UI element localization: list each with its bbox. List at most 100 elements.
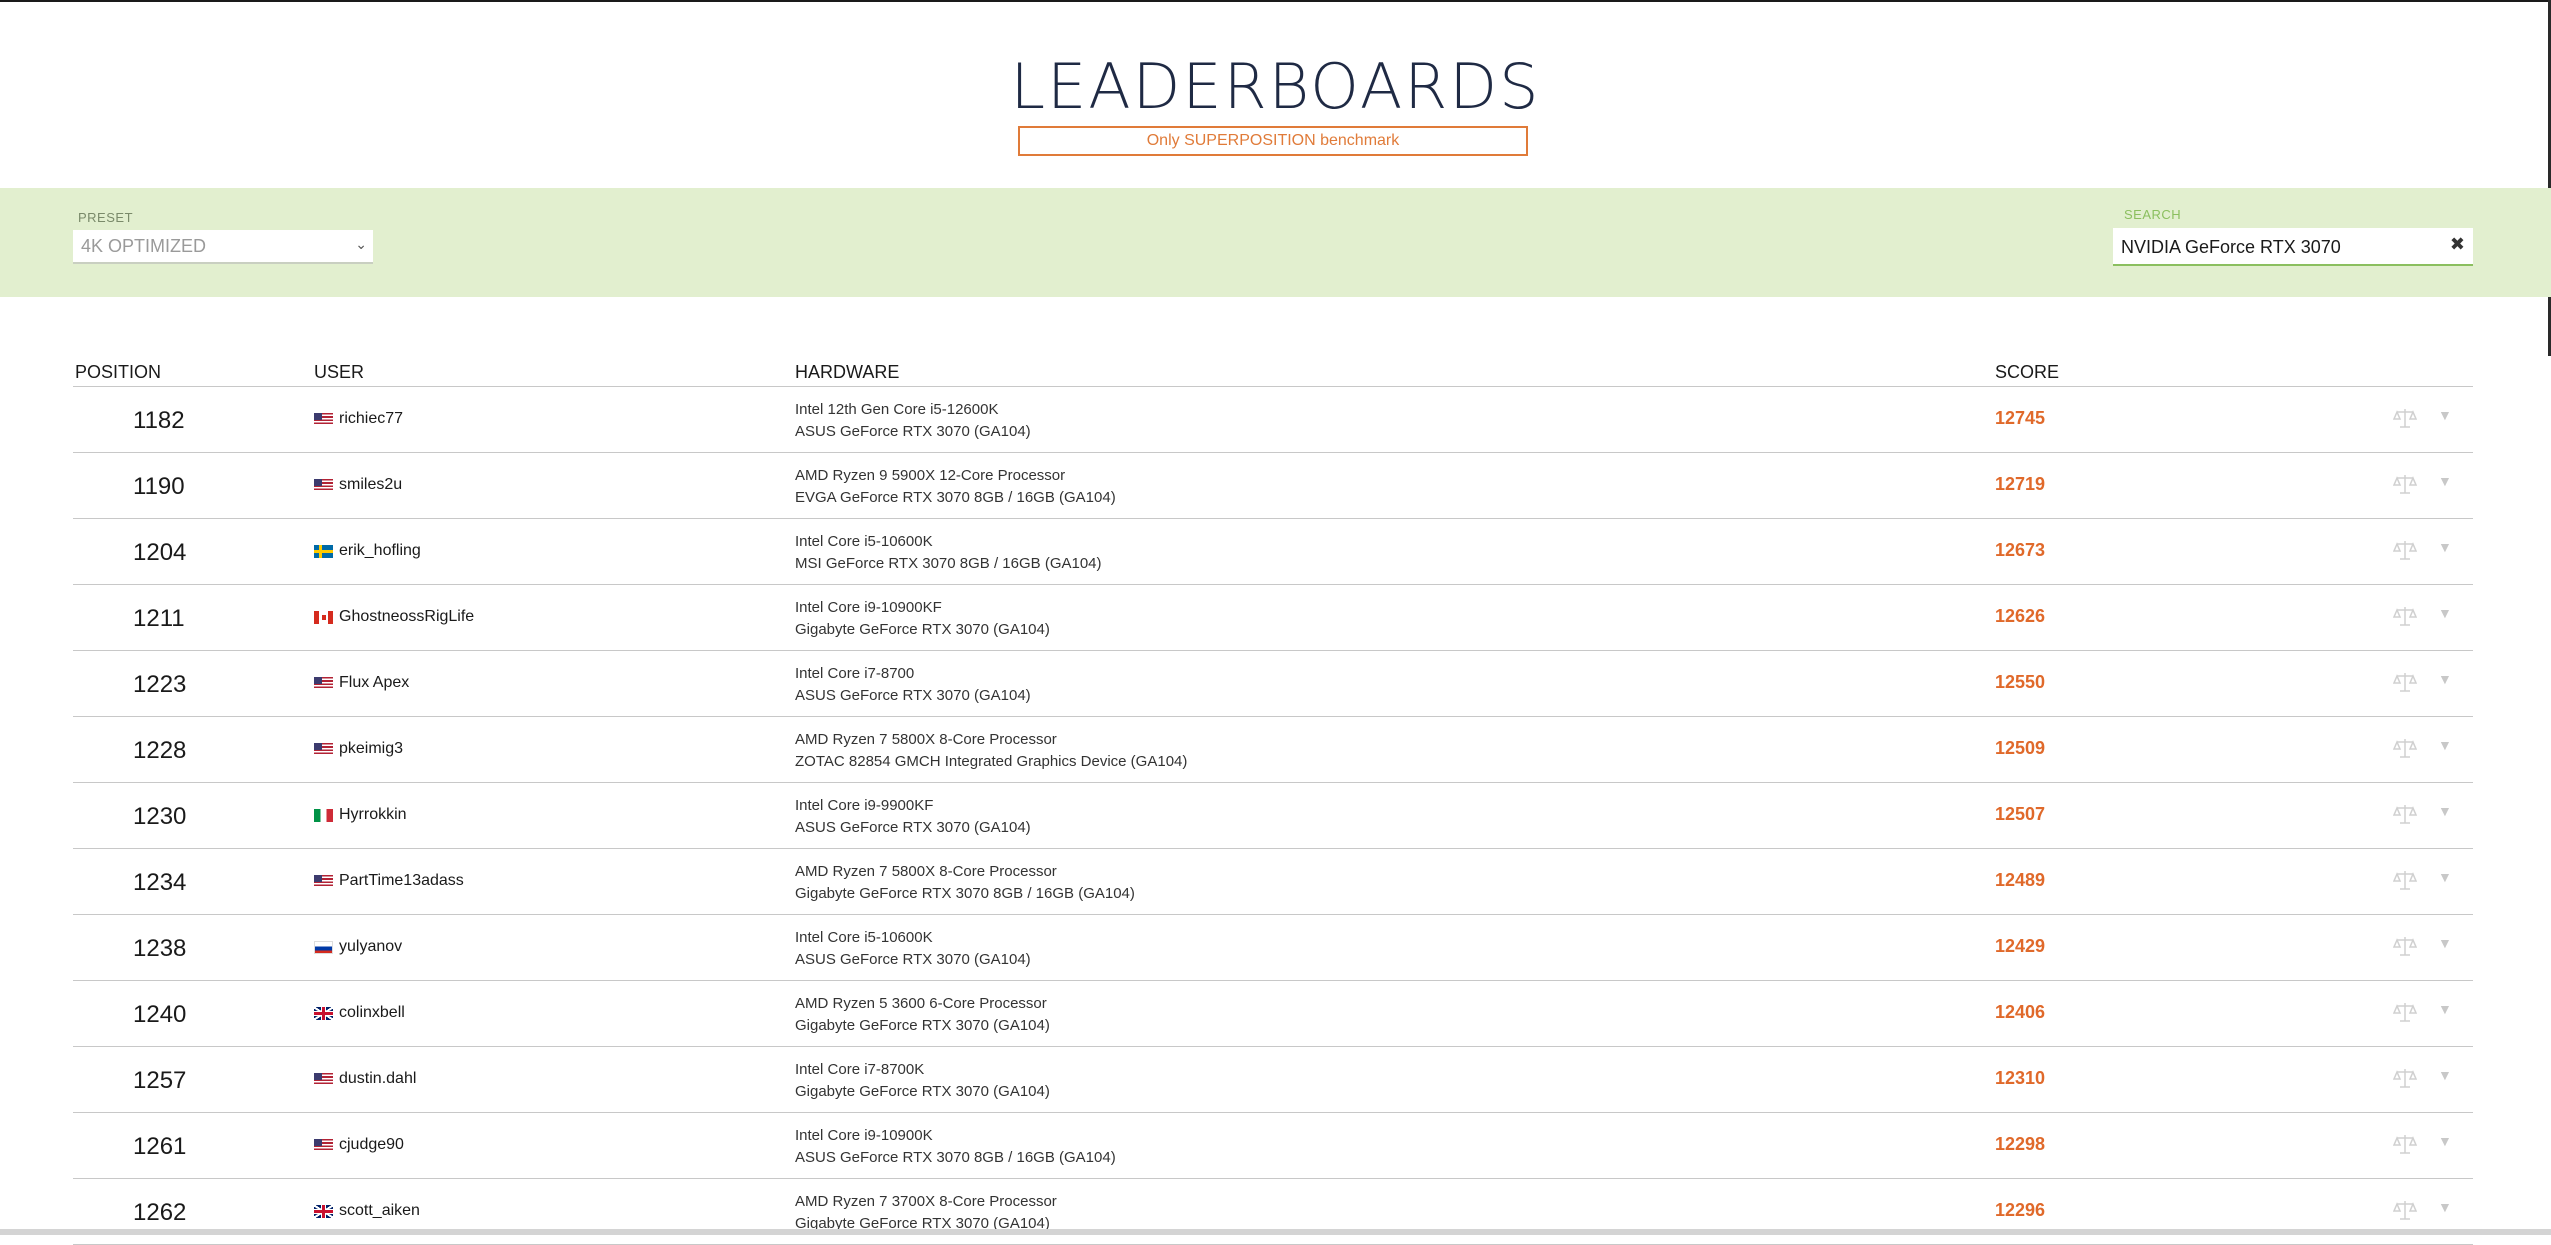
chevron-down-icon[interactable]: ▼	[2438, 1199, 2452, 1215]
row-score: 12509	[1995, 738, 2046, 758]
row-hardware: AMD Ryzen 7 5800X 8-Core Processor Gigaby…	[795, 861, 1135, 905]
scale-icon[interactable]	[2392, 737, 2418, 759]
row-hardware: AMD Ryzen 9 5900X 12-Core Processor EVGA …	[795, 465, 1116, 509]
scale-icon[interactable]	[2392, 1001, 2418, 1023]
scale-icon[interactable]	[2392, 1199, 2418, 1221]
row-position: 1223	[133, 671, 187, 698]
table-header: POSITION USER HARDWARE SCORE	[73, 360, 2473, 387]
scale-icon[interactable]	[2392, 473, 2418, 495]
user-link[interactable]: pkeimig3	[339, 740, 403, 758]
preset-select[interactable]: 4K OPTIMIZED ⌄	[73, 230, 373, 264]
row-score: 12406	[1995, 1002, 2046, 1022]
chevron-down-icon[interactable]: ▼	[2438, 473, 2452, 489]
scale-icon[interactable]	[2392, 935, 2418, 957]
user-link[interactable]: richiec77	[339, 410, 403, 428]
chevron-down-icon[interactable]: ▼	[2438, 935, 2452, 951]
horizontal-scrollbar[interactable]	[0, 1229, 2551, 1235]
user-link[interactable]: colinxbell	[339, 1004, 405, 1022]
column-header-user: USER	[314, 362, 365, 382]
row-position: 1182	[133, 407, 185, 434]
user-link[interactable]: cjudge90	[339, 1136, 404, 1154]
search-label: SEARCH	[2124, 207, 2182, 222]
preset-selected-value: 4K OPTIMIZED	[81, 235, 207, 256]
hardware-gpu: ASUS GeForce RTX 3070 (GA104)	[795, 687, 1031, 704]
user-link[interactable]: GhostneossRigLife	[339, 608, 474, 626]
search-input[interactable]	[2119, 232, 2443, 262]
user-link[interactable]: PartTime13adass	[339, 872, 464, 890]
scale-icon[interactable]	[2392, 803, 2418, 825]
close-icon[interactable]: ✖	[2450, 234, 2465, 255]
user-link[interactable]: smiles2u	[339, 476, 402, 494]
hardware-cpu: Intel Core i9-10900KF	[795, 599, 942, 616]
chevron-down-icon[interactable]: ▼	[2438, 869, 2452, 885]
scale-icon[interactable]	[2392, 1133, 2418, 1155]
hardware-gpu: ASUS GeForce RTX 3070 (GA104)	[795, 819, 1031, 836]
column-header-position: POSITION	[75, 362, 162, 382]
user-link[interactable]: Hyrrokkin	[339, 806, 407, 824]
chevron-down-icon[interactable]: ▼	[2438, 737, 2452, 753]
table-row[interactable]: 1182 richiec77 Intel 12th Gen Core i5-1260…	[73, 387, 2473, 453]
row-score: 12626	[1995, 606, 2046, 626]
table-row[interactable]: 1262 scott_aiken AMD Ryzen 7 3700X 8-Core …	[73, 1179, 2473, 1245]
chevron-down-icon[interactable]: ▼	[2438, 605, 2452, 621]
table-row[interactable]: 1234 PartTime13adass AMD Ryzen 7 5800X 8-C…	[73, 849, 2473, 915]
user-link[interactable]: erik_hofling	[339, 542, 421, 560]
hardware-cpu: AMD Ryzen 7 5800X 8-Core Processor	[795, 863, 1057, 880]
flag-icon	[314, 478, 333, 492]
chevron-down-icon[interactable]: ▼	[2438, 803, 2452, 819]
scale-icon[interactable]	[2392, 605, 2418, 627]
row-user: cjudge90	[314, 1136, 404, 1154]
row-position: 1211	[133, 605, 185, 632]
flag-icon	[314, 742, 333, 756]
table-row[interactable]: 1190 smiles2u AMD Ryzen 9 5900X 12-Core Pr…	[73, 453, 2473, 519]
row-hardware: Intel Core i9-10900K ASUS GeForce RTX 307…	[795, 1125, 1116, 1169]
row-user: pkeimig3	[314, 740, 403, 758]
chevron-down-icon[interactable]: ▼	[2438, 407, 2452, 423]
table-row[interactable]: 1230 Hyrrokkin Intel Core i9-9900KF ASUS Ge…	[73, 783, 2473, 849]
hardware-cpu: Intel Core i7-8700	[795, 665, 915, 682]
table-row[interactable]: 1261 cjudge90 Intel Core i9-10900K ASUS GeF…	[73, 1113, 2473, 1179]
chevron-down-icon[interactable]: ▼	[2438, 539, 2452, 555]
scale-icon[interactable]	[2392, 671, 2418, 693]
user-link[interactable]: yulyanov	[339, 938, 402, 956]
scale-icon[interactable]	[2392, 1067, 2418, 1089]
row-score: 12489	[1995, 870, 2046, 890]
chevron-down-icon[interactable]: ▼	[2438, 1067, 2452, 1083]
chevron-down-icon: ⌄	[355, 236, 367, 252]
hardware-cpu: AMD Ryzen 7 5800X 8-Core Processor	[795, 731, 1057, 748]
user-link[interactable]: scott_aiken	[339, 1202, 420, 1220]
row-hardware: AMD Ryzen 7 5800X 8-Core Processor ZOTAC …	[795, 729, 1187, 773]
table-row[interactable]: 1223 Flux Apex Intel Core i7-8700 ASUS GeFo…	[73, 651, 2473, 717]
row-user: dustin.dahl	[314, 1070, 416, 1088]
table-row[interactable]: 1257 dustin.dahl Intel Core i7-8700K Gigaby…	[73, 1047, 2473, 1113]
table-row[interactable]: 1211 GhostneossRigLife Intel Core i9-10900…	[73, 585, 2473, 651]
table-row[interactable]: 1240 colinxbell AMD Ryzen 5 3600 6-Core Pr…	[73, 981, 2473, 1047]
scale-icon[interactable]	[2392, 539, 2418, 561]
chevron-down-icon[interactable]: ▼	[2438, 1133, 2452, 1149]
row-position: 1262	[133, 1199, 187, 1226]
table-body: 1182 richiec77 Intel 12th Gen Core i5-1260…	[73, 387, 2473, 1245]
table-row[interactable]: 1204 erik_hofling Intel Core i5-10600K MSI …	[73, 519, 2473, 585]
benchmark-filter-badge[interactable]: Only SUPERPOSITION benchmark	[1018, 126, 1528, 156]
hardware-cpu: AMD Ryzen 9 5900X 12-Core Processor	[795, 467, 1066, 484]
scale-icon[interactable]	[2392, 869, 2418, 891]
hardware-cpu: Intel Core i5-10600K	[795, 929, 933, 946]
user-link[interactable]: dustin.dahl	[339, 1070, 416, 1088]
hardware-gpu: MSI GeForce RTX 3070 8GB / 16GB (GA104)	[795, 555, 1102, 572]
flag-icon	[314, 610, 333, 624]
chevron-down-icon[interactable]: ▼	[2438, 1001, 2452, 1017]
row-score: 12550	[1995, 672, 2046, 692]
hardware-cpu: Intel 12th Gen Core i5-12600K	[795, 401, 999, 418]
row-score: 12507	[1995, 804, 2046, 824]
row-score: 12673	[1995, 540, 2046, 560]
user-link[interactable]: Flux Apex	[339, 674, 409, 692]
row-score: 12719	[1995, 474, 2046, 494]
chevron-down-icon[interactable]: ▼	[2438, 671, 2452, 687]
table-row[interactable]: 1238 yulyanov Intel Core i5-10600K ASUS GeF…	[73, 915, 2473, 981]
row-position: 1238	[133, 935, 187, 962]
row-position: 1257	[133, 1067, 187, 1094]
hardware-gpu: EVGA GeForce RTX 3070 8GB / 16GB (GA104)	[795, 489, 1116, 506]
hardware-cpu: Intel Core i7-8700K	[795, 1061, 925, 1078]
table-row[interactable]: 1228 pkeimig3 AMD Ryzen 7 5800X 8-Core Pro…	[73, 717, 2473, 783]
scale-icon[interactable]	[2392, 407, 2418, 429]
